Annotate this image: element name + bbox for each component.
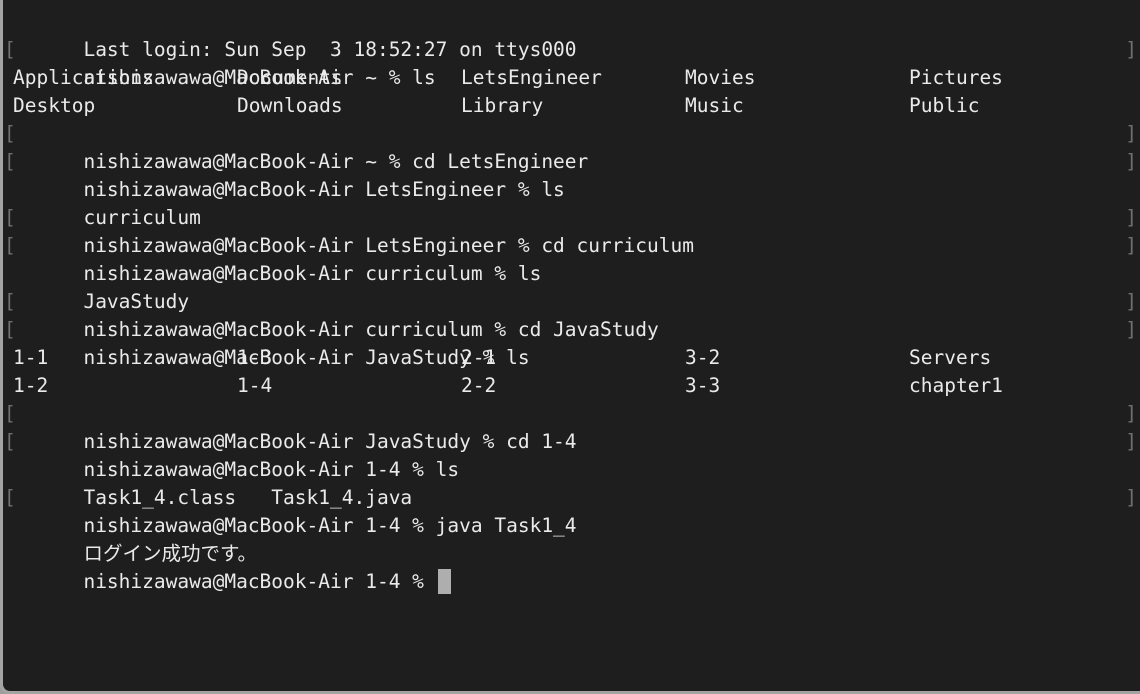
prompt-text: nishizawawa@MacBook-Air 1-4 %: [83, 570, 436, 593]
ls-entry: 1-4: [237, 374, 273, 397]
ls-output-line: JavaStudy: [13, 260, 1140, 313]
command-line-4: nishizawawa@MacBook-Air LetsEngineer % c…: [4, 204, 1140, 257]
command-line-2: nishizawawa@MacBook-Air ~ % cd LetsEngin…: [4, 120, 1140, 173]
ls-entry: Movies: [685, 66, 756, 89]
ls-entry: 3-3: [685, 374, 721, 397]
ls-output-line: Task1_4.class Task1_4.java: [13, 456, 1140, 509]
ls-entry: 1-2: [13, 374, 49, 397]
ls-entry: 1-1: [13, 346, 49, 369]
ls-entry: LetsEngineer: [461, 66, 602, 89]
ls-entry: Applications: [13, 66, 154, 89]
ls-output-line: curriculum: [13, 176, 1140, 229]
ls-entry: 1-3: [237, 346, 273, 369]
command-line-3: nishizawawa@MacBook-Air LetsEngineer % l…: [4, 148, 1140, 201]
ls-entry: Music: [685, 94, 744, 117]
ls-entry: 3-2: [685, 346, 721, 369]
terminal-window[interactable]: Last login: Sun Sep 3 18:52:27 on ttys00…: [0, 0, 1140, 694]
command-line-1: nishizawawa@MacBook-Air ~ % ls: [4, 36, 1140, 89]
ls-entry: 2-1: [461, 346, 497, 369]
program-output-line: ログイン成功です。: [13, 512, 1140, 565]
ls-entry: Servers: [909, 346, 992, 369]
ls-output-row-2: Desktop Downloads Library Music Public: [13, 92, 1140, 120]
command-line-6: nishizawawa@MacBook-Air curriculum % cd …: [4, 288, 1140, 341]
command-line-10: nishizawawa@MacBook-Air 1-4 % java Task1…: [4, 484, 1140, 537]
ls-output-row-1: 1-1 1-3 2-1 3-2 Servers: [13, 344, 1140, 372]
ls-entry: Desktop: [13, 94, 96, 117]
text-cursor: [437, 569, 451, 594]
ls-entry: 2-2: [461, 374, 497, 397]
terminal-content[interactable]: Last login: Sun Sep 3 18:52:27 on ttys00…: [4, 8, 1140, 691]
ls-entry: Downloads: [237, 94, 343, 117]
current-prompt-line[interactable]: nishizawawa@MacBook-Air 1-4 %: [13, 540, 1140, 594]
command-line-7: nishizawawa@MacBook-Air JavaStudy % ls: [4, 316, 1140, 369]
ls-entry: Documents: [237, 66, 343, 89]
last-login-line: Last login: Sun Sep 3 18:52:27 on ttys00…: [13, 8, 1140, 61]
ls-output-row-2: 1-2 1-4 2-2 3-3 chapter1: [13, 372, 1140, 400]
ls-entry: Public: [909, 94, 980, 117]
command-line-5: nishizawawa@MacBook-Air curriculum % ls: [4, 232, 1140, 285]
ls-entry: Library: [461, 94, 544, 117]
ls-entry: chapter1: [909, 374, 1003, 397]
command-line-9: nishizawawa@MacBook-Air 1-4 % ls: [4, 428, 1140, 481]
command-line-8: nishizawawa@MacBook-Air JavaStudy % cd 1…: [4, 400, 1140, 453]
ls-output-row-1: Applications Documents LetsEngineer Movi…: [13, 64, 1140, 92]
ls-entry: Pictures: [909, 66, 1003, 89]
